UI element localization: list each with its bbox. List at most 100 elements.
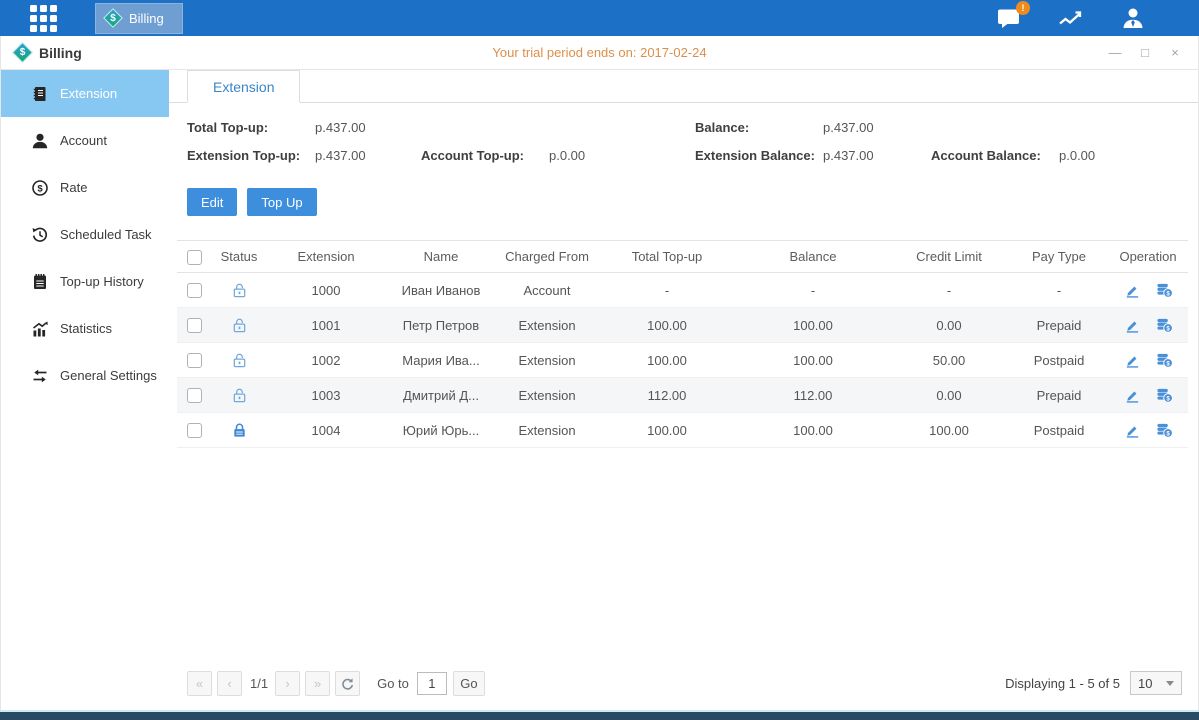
notification-badge: ! — [1016, 1, 1030, 15]
table-row: 1004 Юрий Юрь... Extension 100.00 100.00… — [177, 413, 1188, 448]
billing-window: $ Billing Your trial period ends on: 201… — [0, 36, 1199, 710]
notepad-icon — [31, 273, 49, 291]
first-page-button[interactable]: « — [187, 671, 212, 696]
next-page-button[interactable]: › — [275, 671, 300, 696]
credit-limit-cell: - — [889, 283, 1009, 298]
balance-label: Balance: — [695, 120, 823, 135]
refresh-button[interactable] — [335, 671, 360, 696]
row-checkbox[interactable] — [187, 283, 202, 298]
taskbar-item-billing[interactable]: $ Billing — [95, 3, 183, 34]
maximize-button[interactable]: □ — [1138, 45, 1152, 60]
last-page-button[interactable]: » — [305, 671, 330, 696]
sidebar-item-rate[interactable]: $ Rate — [1, 164, 169, 211]
sidebar-item-label: Account — [60, 133, 107, 148]
row-checkbox[interactable] — [187, 388, 202, 403]
name-cell: Петр Петров — [385, 318, 497, 333]
goto-page-input[interactable] — [417, 672, 447, 695]
sidebar-item-account[interactable]: Account — [1, 117, 169, 164]
header-status: Status — [211, 249, 267, 264]
row-checkbox[interactable] — [187, 318, 202, 333]
go-button[interactable]: Go — [453, 671, 485, 696]
dollar-coin-icon: $ — [31, 179, 49, 197]
messages-icon[interactable]: ! — [995, 6, 1023, 30]
sidebar-item-general-settings[interactable]: General Settings — [1, 352, 169, 399]
charged-from-cell: Account — [497, 283, 597, 298]
tab-extension[interactable]: Extension — [187, 70, 300, 103]
extension-cell: 1003 — [267, 388, 385, 403]
topup-coins-icon[interactable] — [1156, 387, 1173, 404]
edit-icon[interactable] — [1124, 352, 1141, 369]
user-account-icon[interactable] — [1119, 6, 1147, 30]
edit-icon[interactable] — [1124, 422, 1141, 439]
status-lock-icon — [231, 316, 248, 331]
app-grid-icon[interactable] — [30, 5, 57, 32]
prev-page-button[interactable]: ‹ — [217, 671, 242, 696]
total-topup-label: Total Top-up: — [187, 120, 315, 135]
account-balance-label: Account Balance: — [931, 148, 1059, 163]
svg-text:$: $ — [37, 183, 43, 194]
total-topup-value: p.437.00 — [315, 120, 366, 135]
account-balance-value: p.0.00 — [1059, 148, 1095, 163]
select-all-checkbox[interactable] — [187, 250, 202, 265]
page-size-value: 10 — [1138, 676, 1152, 691]
status-lock-icon — [231, 351, 248, 366]
topup-coins-icon[interactable] — [1156, 282, 1173, 299]
reports-icon[interactable] — [1057, 6, 1085, 30]
summary-row-2: Extension Top-up:p.437.00 Account Top-up… — [169, 148, 1198, 163]
top-up-button[interactable]: Top Up — [247, 188, 316, 216]
extension-cell: 1001 — [267, 318, 385, 333]
header-operation: Operation — [1109, 249, 1187, 264]
row-checkbox[interactable] — [187, 423, 202, 438]
topup-coins-icon[interactable] — [1156, 422, 1173, 439]
row-checkbox[interactable] — [187, 353, 202, 368]
edit-button[interactable]: Edit — [187, 188, 237, 216]
table-row: 1001 Петр Петров Extension 100.00 100.00… — [177, 308, 1188, 343]
total-topup-cell: - — [597, 283, 737, 298]
charged-from-cell: Extension — [497, 423, 597, 438]
line-chart-icon — [1058, 7, 1084, 29]
edit-icon[interactable] — [1124, 387, 1141, 404]
pay-type-cell: Postpaid — [1009, 353, 1109, 368]
displaying-text: Displaying 1 - 5 of 5 — [1005, 676, 1120, 691]
extension-balance-value: p.437.00 — [823, 148, 874, 163]
header-name: Name — [385, 249, 497, 264]
account-topup-label: Account Top-up: — [421, 148, 549, 163]
sidebar-item-statistics[interactable]: Statistics — [1, 305, 169, 352]
status-lock-icon — [231, 281, 248, 296]
name-cell: Иван Иванов — [385, 283, 497, 298]
transfer-arrows-icon — [31, 367, 49, 385]
credit-limit-cell: 100.00 — [889, 423, 1009, 438]
sidebar-item-label: Extension — [60, 86, 117, 101]
page-size-select[interactable]: 10 — [1130, 671, 1182, 695]
sidebar-item-extension[interactable]: Extension — [1, 70, 169, 117]
topup-coins-icon[interactable] — [1156, 317, 1173, 334]
extension-cell: 1004 — [267, 423, 385, 438]
edit-icon[interactable] — [1124, 317, 1141, 334]
topup-coins-icon[interactable] — [1156, 352, 1173, 369]
desktop-topbar: $ Billing ! — [0, 0, 1199, 36]
status-lock-icon — [231, 421, 248, 436]
name-cell: Дмитрий Д... — [385, 388, 497, 403]
pagination-bar: « ‹ 1/1 › » Go to Go Display — [169, 664, 1198, 710]
person-icon — [1121, 7, 1145, 29]
total-topup-cell: 100.00 — [597, 318, 737, 333]
sidebar-item-scheduled-task[interactable]: Scheduled Task — [1, 211, 169, 258]
pay-type-cell: Postpaid — [1009, 423, 1109, 438]
sidebar-item-topup-history[interactable]: Top-up History — [1, 258, 169, 305]
trial-notice: Your trial period ends on: 2017-02-24 — [492, 45, 706, 60]
sidebar-item-label: Rate — [60, 180, 87, 195]
header-charged-from: Charged From — [497, 249, 597, 264]
account-topup-value: p.0.00 — [549, 148, 585, 163]
table-row: 1003 Дмитрий Д... Extension 112.00 112.0… — [177, 378, 1188, 413]
billing-window-icon: $ — [12, 42, 33, 63]
minimize-button[interactable]: — — [1108, 45, 1122, 60]
balance-value: p.437.00 — [823, 120, 874, 135]
pay-type-cell: Prepaid — [1009, 388, 1109, 403]
edit-icon[interactable] — [1124, 282, 1141, 299]
sidebar-item-label: General Settings — [60, 368, 157, 383]
clock-history-icon — [31, 226, 49, 244]
balance-cell: 100.00 — [737, 318, 889, 333]
close-button[interactable]: × — [1168, 45, 1182, 60]
desktop-bottom-strip — [0, 710, 1199, 720]
window-titlebar: $ Billing Your trial period ends on: 201… — [1, 36, 1198, 70]
